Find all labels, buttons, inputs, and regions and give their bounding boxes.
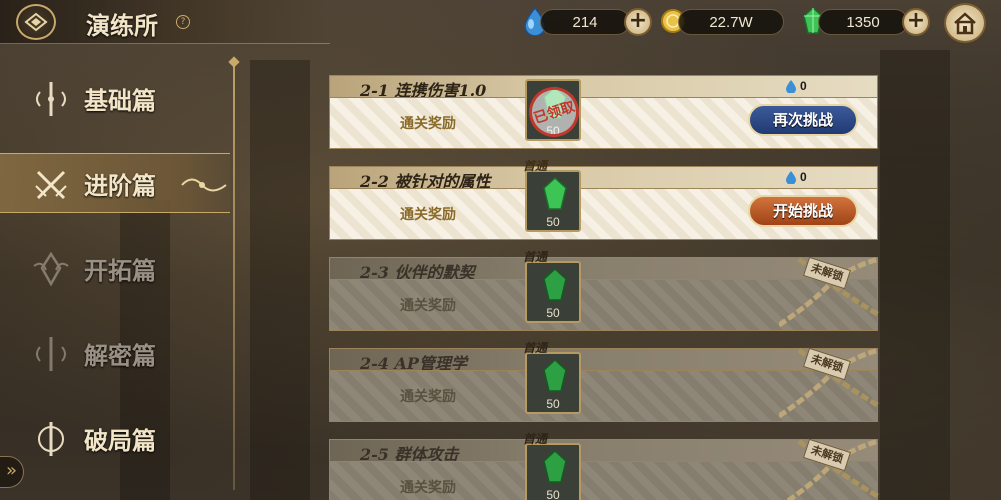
- green-gem-icon: [543, 267, 567, 301]
- retry-challenge-button[interactable]: 再次挑战: [748, 104, 858, 136]
- reward-label: 通关奖励: [400, 207, 456, 223]
- first-clear-tag: 首通: [523, 432, 548, 446]
- gem-value: 1350: [846, 13, 880, 31]
- diamond-emblem-icon: [24, 12, 48, 32]
- home-icon: [954, 12, 976, 35]
- stage-header: 2-2 被针对的属性 首通 0: [329, 159, 878, 191]
- stage-body: 通关奖励 50 开始挑战: [329, 170, 878, 240]
- emblem-icon: [38, 422, 64, 456]
- reward-label: 通关奖励: [400, 389, 456, 405]
- back-button[interactable]: [16, 4, 56, 40]
- stage-card-2-2: 2-2 被针对的属性 首通 0 通关奖励 50 开始挑战: [329, 159, 878, 240]
- reward-item[interactable]: 50: [525, 352, 581, 414]
- first-clear-tag: 首通: [523, 250, 548, 264]
- stage-cost: 0: [785, 170, 807, 184]
- sidebar-item-label: 基础篇: [84, 85, 156, 115]
- sword-emblem-icon: [36, 82, 66, 116]
- reward-item[interactable]: 50: [525, 261, 581, 323]
- add-gem-button[interactable]: +: [902, 8, 930, 36]
- sidebar-item-advanced[interactable]: 进阶篇: [0, 153, 230, 213]
- ornament-flourish-icon: [181, 178, 227, 192]
- reward-count: 50: [546, 397, 560, 411]
- winged-helm-icon: [33, 251, 69, 287]
- reward-label: 通关奖励: [400, 116, 456, 132]
- drop-counter: 214: [540, 9, 630, 35]
- start-challenge-button[interactable]: 开始挑战: [748, 195, 858, 227]
- reward-label: 通关奖励: [400, 298, 456, 314]
- help-icon[interactable]: ?: [176, 15, 190, 29]
- cost-value: 0: [800, 170, 807, 184]
- home-button[interactable]: [944, 3, 986, 43]
- green-gem-icon: [543, 449, 567, 483]
- sidebar-item-label: 进阶篇: [84, 170, 156, 200]
- sidebar-item-label: 解密篇: [84, 340, 156, 370]
- blue-drop-icon: [786, 80, 796, 93]
- sidebar-item-label: 开拓篇: [84, 255, 156, 285]
- sidebar-divider: [233, 62, 235, 490]
- first-clear-tag: 首通: [523, 341, 548, 355]
- stage-body: 通关奖励 50 已领取 再次挑战: [329, 79, 878, 149]
- sidebar-item-basic[interactable]: 基础篇: [0, 68, 230, 128]
- stage-cost: 0: [785, 79, 807, 93]
- page-title: 演练所: [86, 11, 158, 40]
- gem-counter: 1350: [818, 9, 908, 35]
- reward-count: 50: [546, 215, 560, 229]
- blue-drop-icon: [786, 171, 796, 184]
- reward-item[interactable]: 50: [525, 443, 581, 500]
- reward-label: 通关奖励: [400, 480, 456, 496]
- stage-card-2-4: 2-4 AP管理学 首通 通关奖励 50 未解锁: [329, 341, 879, 422]
- cost-value: 0: [800, 79, 807, 93]
- green-gem-icon: [543, 358, 567, 392]
- drop-value: 214: [572, 13, 598, 31]
- crossed-swords-icon: [35, 170, 67, 200]
- first-clear-tag: 首通: [523, 159, 548, 173]
- stage-card-2-3: 2-3 伙伴的默契 首通 通关奖励 50 未解锁: [329, 250, 879, 331]
- sidebar-item-puzzle[interactable]: 解密篇: [0, 323, 230, 383]
- gold-value: 22.7W: [709, 13, 753, 31]
- sidebar-item-explore[interactable]: 开拓篇: [0, 238, 230, 298]
- reward-count: 50: [546, 306, 560, 320]
- add-drop-button[interactable]: +: [624, 8, 652, 36]
- green-gem-icon: [543, 176, 567, 210]
- reward-item[interactable]: 50: [525, 170, 581, 232]
- top-bar: 演练所 ? 214 + 22.7W 1350 +: [0, 0, 1001, 46]
- reward-count: 50: [546, 488, 560, 500]
- sidebar-item-breakthrough[interactable]: 破局篇: [0, 408, 230, 468]
- shield-key-icon: [36, 337, 66, 371]
- sidebar-item-label: 破局篇: [84, 425, 156, 455]
- stage-card-2-5: 2-5 群体攻击 首通 通关奖励 50 未解锁: [329, 432, 879, 500]
- stage-card-2-1: 2-1 连携伤害1.0 0 通关奖励 50 已领取 再次挑战: [329, 75, 878, 149]
- gold-counter: 22.7W: [678, 9, 784, 35]
- stage-header: 2-1 连携伤害1.0 0: [329, 75, 878, 100]
